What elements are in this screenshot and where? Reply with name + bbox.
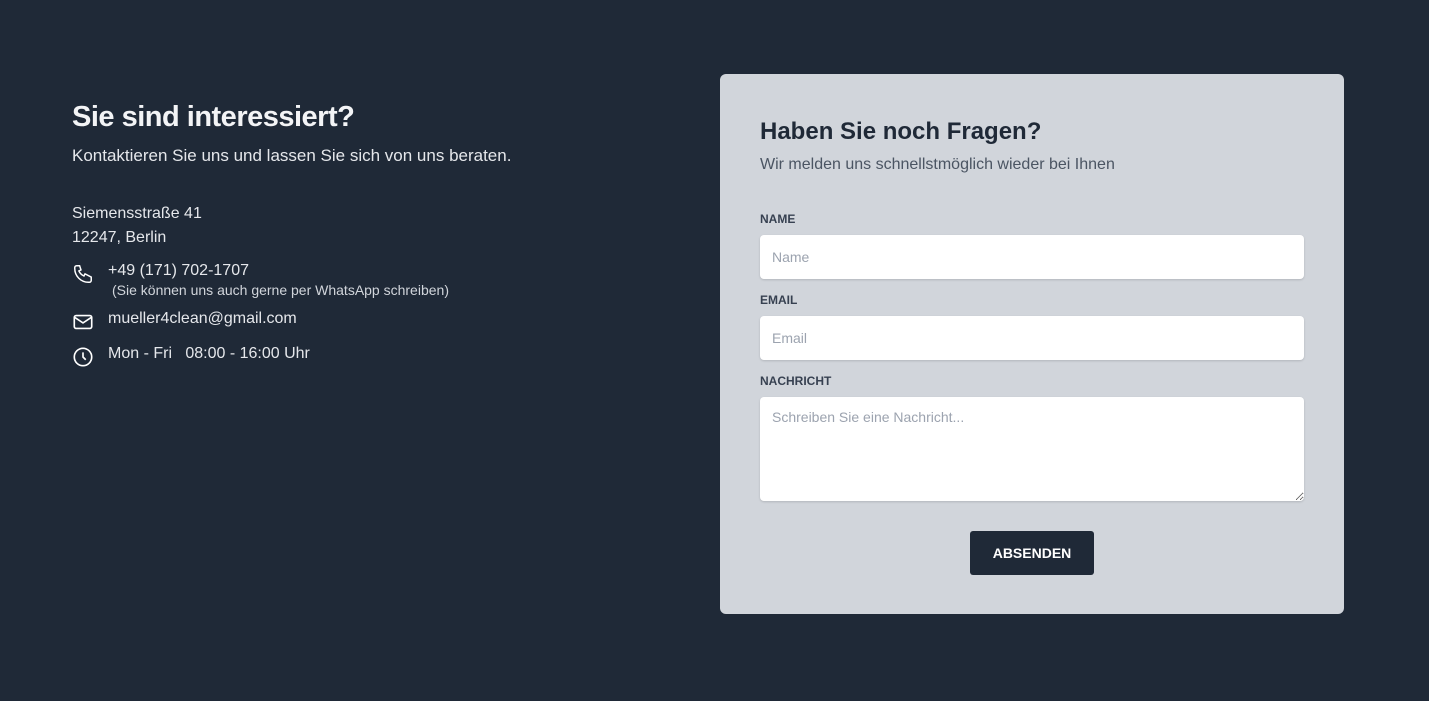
hours-row: Mon - Fri 08:00 - 16:00 Uhr	[72, 345, 511, 368]
clock-icon	[73, 347, 93, 367]
city: 12247, Berlin	[72, 229, 167, 246]
message-textarea[interactable]	[760, 397, 1304, 501]
street: Siemensstraße 41	[72, 205, 202, 222]
email-label: EMAIL	[760, 293, 798, 307]
form-subtitle: Wir melden uns schnellstmöglich wieder b…	[760, 156, 1115, 173]
opening-hours: Mon - Fri 08:00 - 16:00 Uhr	[108, 345, 310, 362]
message-label: NACHRICHT	[760, 374, 832, 388]
phone-row: +49 (171) 702-1707 (Sie können uns auch …	[72, 262, 511, 298]
name-label: NAME	[760, 212, 796, 226]
contact-form: Haben Sie noch Fragen? Wir melden uns sc…	[720, 74, 1344, 614]
mail-icon	[73, 314, 93, 330]
email-input[interactable]	[760, 316, 1304, 360]
name-input[interactable]	[760, 235, 1304, 279]
address: Siemensstraße 41 12247, Berlin	[72, 202, 511, 250]
email-row: mueller4clean@gmail.com	[72, 310, 511, 333]
contact-info: Sie sind interessiert? Kontaktieren Sie …	[72, 100, 511, 368]
phone-number[interactable]: +49 (171) 702-1707	[108, 262, 449, 280]
email-address[interactable]: mueller4clean@gmail.com	[108, 310, 297, 328]
phone-note: (Sie können uns auch gerne per WhatsApp …	[112, 282, 449, 298]
phone-icon	[74, 265, 92, 283]
submit-button[interactable]: ABSENDEN	[970, 531, 1094, 575]
contact-subtitle: Kontaktieren Sie uns und lassen Sie sich…	[72, 146, 512, 165]
form-title: Haben Sie noch Fragen?	[760, 118, 1042, 145]
contact-title: Sie sind interessiert?	[72, 101, 355, 133]
